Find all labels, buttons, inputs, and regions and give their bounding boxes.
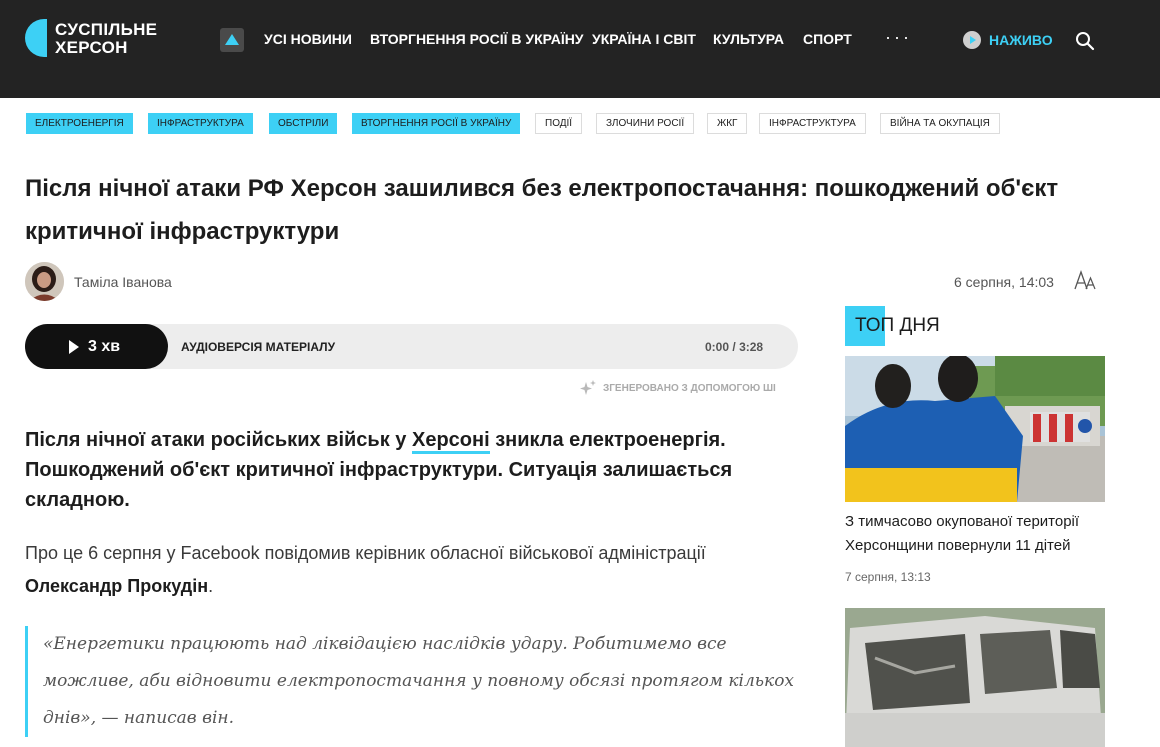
sparkle-icon: [580, 380, 596, 395]
lead-link-kherson[interactable]: Херсоні: [411, 429, 490, 454]
tag-invasion[interactable]: Вторгнення Росії в Україну: [352, 113, 521, 134]
audio-play-button[interactable]: 3 хв: [25, 324, 168, 369]
search-icon[interactable]: [1075, 31, 1095, 51]
nav-item-all-news[interactable]: УСІ НОВИНИ: [264, 31, 352, 47]
paragraph-person: Олександр Прокудін: [25, 576, 209, 596]
card-title[interactable]: З тимчасово окупованої території Херсонщ…: [845, 510, 1110, 558]
audio-total-time: 3:28: [739, 340, 764, 354]
top-day-label: ТОП ДНЯ: [855, 315, 940, 336]
nav-home-icon[interactable]: [220, 28, 244, 52]
paragraph-end: .: [208, 576, 214, 596]
nav-item-ukraine-world[interactable]: УКРАЇНА І СВІТ: [592, 31, 696, 47]
tag-infrastructure[interactable]: Інфраструктура: [148, 113, 253, 134]
nav-item-invasion[interactable]: ВТОРГНЕННЯ РОСІЇ В УКРАЇНУ: [370, 31, 584, 47]
lead-text-start: Після нічної атаки російських військ у: [25, 429, 412, 451]
audio-current-time: 0:00: [705, 340, 730, 354]
author-avatar[interactable]: [25, 262, 64, 301]
article-paragraph: Про це 6 серпня у Facebook повідомив кер…: [25, 537, 805, 603]
logo-mark: [25, 19, 47, 57]
author-name[interactable]: Таміла Іванова: [74, 274, 172, 290]
article-title: Після нічної атаки РФ Херсон зашилився б…: [25, 175, 1059, 245]
tag-war-occupation[interactable]: Війна та окупація: [880, 113, 1000, 134]
paragraph-text: Про це 6 серпня у Facebook повідомив кер…: [25, 543, 706, 563]
tag-russian-crimes[interactable]: Злочини Росії: [596, 113, 695, 134]
audio-time-separator: /: [732, 340, 736, 354]
ai-note-label: Згенеровано з допомогою ШІ: [603, 383, 776, 394]
audio-label: Аудіоверсія матеріалу: [181, 340, 336, 354]
tag-shelling[interactable]: Обстріли: [269, 113, 338, 134]
audio-player: 3 хв Аудіоверсія матеріалу 0:00 / 3:28: [25, 324, 798, 369]
article-lead: Після нічної атаки російських військ у Х…: [25, 425, 795, 515]
play-icon: [69, 340, 79, 354]
tag-electricity[interactable]: Електроенергія: [26, 113, 133, 134]
nav-item-culture[interactable]: КУЛЬТУРА: [713, 31, 784, 47]
nav-more-button[interactable]: ···: [885, 27, 912, 48]
play-circle-icon: [963, 31, 981, 49]
card-image[interactable]: [845, 356, 1105, 502]
audio-duration-label: 3 хв: [88, 338, 121, 355]
logo-line-1: СУСПІЛЬНЕ: [55, 20, 158, 39]
nav-item-sport[interactable]: СПОРТ: [803, 31, 852, 47]
live-label: НАЖИВО: [989, 32, 1053, 48]
tag-housing[interactable]: ЖКГ: [707, 113, 748, 134]
logo-text: СУСПІЛЬНЕ ХЕРСОН: [55, 21, 157, 57]
publish-date: 6 серпня, 14:03: [954, 274, 1054, 290]
site-logo[interactable]: СУСПІЛЬНЕ ХЕРСОН: [25, 19, 185, 63]
logo-line-2: ХЕРСОН: [55, 38, 128, 57]
card-image[interactable]: [845, 608, 1105, 747]
article-quote: «Енергетики працюють над ліквідацією нас…: [25, 626, 800, 737]
font-size-icon[interactable]: [1073, 268, 1097, 292]
site-header: СУСПІЛЬНЕ ХЕРСОН УСІ НОВИНИ ВТОРГНЕННЯ Р…: [0, 0, 1160, 98]
tag-infrastructure-2[interactable]: Інфраструктура: [759, 113, 866, 134]
audio-time: 0:00 / 3:28: [705, 340, 763, 354]
card-date: 7 серпня, 13:13: [845, 570, 931, 584]
tag-events[interactable]: Події: [535, 113, 583, 134]
